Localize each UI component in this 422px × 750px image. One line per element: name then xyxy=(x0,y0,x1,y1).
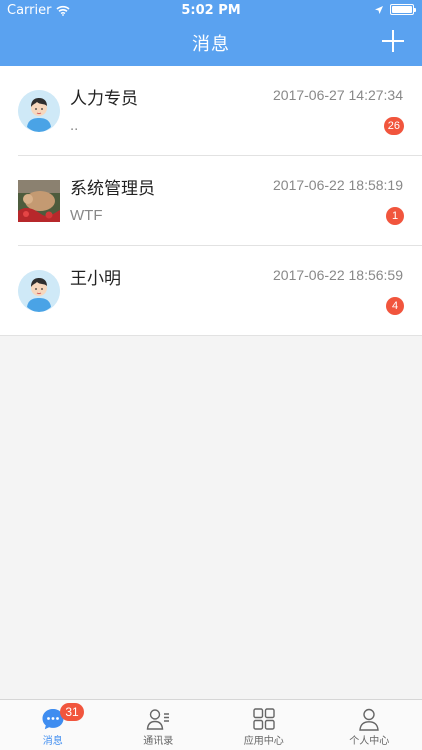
conversation-row[interactable]: 王小明 2017-06-22 18:56:59 4 xyxy=(0,246,422,336)
tab-label: 通讯录 xyxy=(143,736,174,747)
avatar-photo xyxy=(18,180,60,222)
message-timestamp: 2017-06-22 18:56:59 xyxy=(273,267,403,283)
tab-personal-center[interactable]: 个人中心 xyxy=(317,700,422,750)
conversation-row[interactable]: 系统管理员 2017-06-22 18:58:19 WTF 1 xyxy=(0,156,422,246)
unread-badge: 4 xyxy=(386,297,404,315)
tab-label: 应用中心 xyxy=(243,736,284,747)
photo-image xyxy=(18,180,60,222)
battery-icon xyxy=(390,4,416,15)
status-bar: Carrier 5:02 PM xyxy=(0,0,422,22)
tab-messages[interactable]: 31 消息 xyxy=(0,700,106,750)
location-arrow-icon xyxy=(375,5,383,14)
tab-contacts[interactable]: 通讯录 xyxy=(106,700,212,750)
status-time: 5:02 PM xyxy=(181,3,241,18)
person-avatar-icon xyxy=(18,90,60,132)
person-avatar-icon xyxy=(18,270,60,312)
conversation-list: 人力专员 2017-06-27 14:27:34 .. 26 系统管理员 201… xyxy=(0,66,422,336)
header: Carrier 5:02 PM 消息 xyxy=(0,0,422,66)
message-timestamp: 2017-06-27 14:27:34 xyxy=(273,87,403,103)
avatar xyxy=(18,90,60,132)
message-preview: WTF xyxy=(70,207,103,224)
tab-app-center[interactable]: 应用中心 xyxy=(211,700,317,750)
message-timestamp: 2017-06-22 18:58:19 xyxy=(273,177,403,193)
contact-name: 王小明 xyxy=(70,269,121,289)
conversation-row[interactable]: 人力专员 2017-06-27 14:27:34 .. 26 xyxy=(0,66,422,156)
row-divider xyxy=(0,335,422,336)
contact-name: 系统管理员 xyxy=(70,179,155,199)
avatar xyxy=(18,270,60,312)
tab-label: 个人中心 xyxy=(349,736,390,747)
unread-badge: 26 xyxy=(383,117,404,135)
tab-label: 消息 xyxy=(42,736,63,747)
tab-unread-badge: 31 xyxy=(60,703,84,721)
page-title: 消息 xyxy=(192,34,230,55)
tab-bar: 31 消息 通讯录 应用中心 个人中心 xyxy=(0,699,422,750)
person-icon xyxy=(359,708,380,731)
contacts-icon xyxy=(146,709,170,730)
grid-icon xyxy=(253,708,275,730)
unread-badge: 1 xyxy=(386,207,404,225)
contact-name: 人力专员 xyxy=(70,89,138,109)
message-preview: .. xyxy=(70,117,79,134)
plus-icon[interactable] xyxy=(382,30,404,52)
status-right xyxy=(374,4,416,15)
